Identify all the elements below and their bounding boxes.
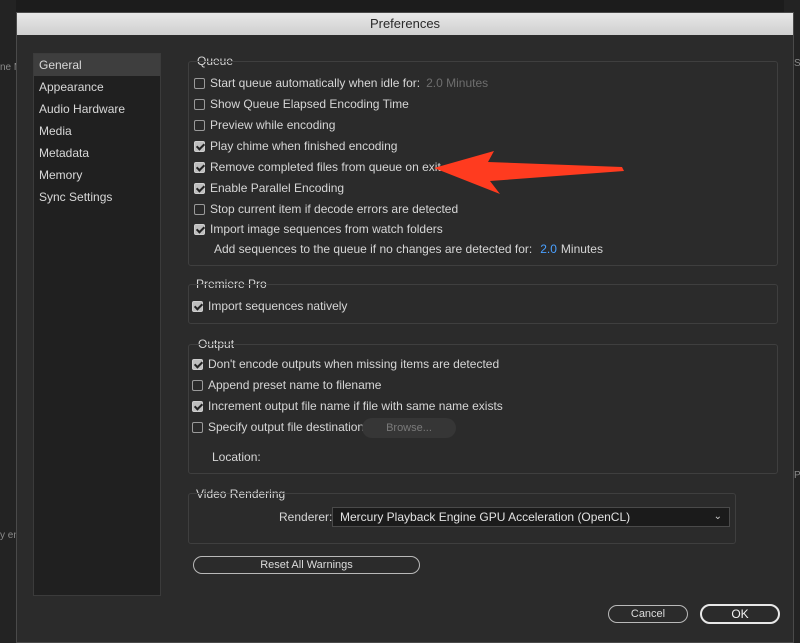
add-sequences-row: Add sequences to the queue if no changes…	[214, 240, 603, 258]
increment-row[interactable]: Increment output file name if file with …	[192, 397, 503, 415]
start-queue-row[interactable]: Start queue automatically when idle for:…	[194, 74, 488, 92]
browse-button[interactable]: Browse...	[362, 418, 456, 438]
background-text: S	[794, 58, 800, 69]
preferences-sidebar: General Appearance Audio Hardware Media …	[33, 53, 161, 596]
preview-label: Preview while encoding	[210, 118, 336, 132]
remove-completed-row[interactable]: Remove completed files from queue on exi…	[194, 158, 441, 176]
dont-encode-row[interactable]: Don't encode outputs when missing items …	[192, 355, 499, 373]
import-sequences-label: Import image sequences from watch folder…	[210, 222, 443, 236]
remove-completed-label: Remove completed files from queue on exi…	[210, 160, 441, 174]
parallel-encoding-row[interactable]: Enable Parallel Encoding	[194, 179, 344, 197]
add-sequences-value[interactable]: 2.0	[540, 242, 557, 256]
chime-row[interactable]: Play chime when finished encoding	[194, 137, 397, 155]
renderer-label: Renderer:	[279, 510, 333, 524]
annotation-arrow-shape	[434, 151, 624, 194]
renderer-select[interactable]: Mercury Playback Engine GPU Acceleration…	[332, 507, 730, 527]
specify-destination-checkbox[interactable]	[192, 421, 203, 433]
sidebar-item-media[interactable]: Media	[34, 120, 160, 142]
sidebar-item-memory[interactable]: Memory	[34, 164, 160, 186]
sidebar-item-audio-hardware[interactable]: Audio Hardware	[34, 98, 160, 120]
import-sequences-row[interactable]: Import image sequences from watch folder…	[194, 220, 443, 238]
location-label: Location:	[212, 450, 261, 464]
renderer-select-value: Mercury Playback Engine GPU Acceleration…	[340, 510, 631, 524]
show-elapsed-row[interactable]: Show Queue Elapsed Encoding Time	[194, 95, 409, 113]
parallel-encoding-checkbox[interactable]	[194, 182, 205, 194]
stop-current-row[interactable]: Stop current item if decode errors are d…	[194, 200, 458, 218]
sidebar-item-appearance[interactable]: Appearance	[34, 76, 160, 98]
background-app-left	[0, 0, 16, 643]
import-sequences-checkbox[interactable]	[194, 223, 205, 235]
increment-label: Increment output file name if file with …	[208, 399, 503, 413]
specify-destination-label: Specify output file destination:	[208, 420, 368, 434]
import-natively-row[interactable]: Import sequences natively	[192, 297, 347, 315]
ok-button[interactable]: OK	[700, 604, 780, 624]
append-preset-checkbox[interactable]	[192, 379, 203, 391]
increment-checkbox[interactable]	[192, 400, 203, 412]
preview-row[interactable]: Preview while encoding	[194, 116, 335, 134]
stop-current-label: Stop current item if decode errors are d…	[210, 202, 459, 216]
preferences-dialog: Preferences General Appearance Audio Har…	[16, 12, 794, 643]
stop-current-checkbox[interactable]	[194, 203, 205, 215]
specify-destination-row[interactable]: Specify output file destination:	[192, 418, 367, 436]
start-queue-label: Start queue automatically when idle for:	[210, 76, 421, 90]
add-sequences-unit: Minutes	[560, 242, 603, 256]
show-elapsed-checkbox[interactable]	[194, 98, 205, 110]
remove-completed-checkbox[interactable]	[194, 161, 205, 173]
sidebar-item-sync-settings[interactable]: Sync Settings	[34, 186, 160, 208]
start-queue-idle-value: 2.0 Minutes	[426, 76, 489, 90]
chevron-down-icon: ⌄	[713, 511, 722, 522]
append-preset-label: Append preset name to filename	[208, 378, 382, 392]
import-natively-label: Import sequences natively	[208, 299, 348, 313]
show-elapsed-label: Show Queue Elapsed Encoding Time	[210, 97, 409, 111]
start-queue-checkbox[interactable]	[194, 77, 205, 89]
dont-encode-checkbox[interactable]	[192, 358, 203, 370]
dont-encode-label: Don't encode outputs when missing items …	[208, 357, 500, 371]
import-natively-checkbox[interactable]	[192, 300, 203, 312]
sidebar-item-metadata[interactable]: Metadata	[34, 142, 160, 164]
sidebar-item-general[interactable]: General	[34, 54, 160, 76]
parallel-encoding-label: Enable Parallel Encoding	[210, 181, 345, 195]
chime-checkbox[interactable]	[194, 140, 205, 152]
annotation-arrow-icon	[434, 151, 624, 194]
background-text: P	[794, 470, 800, 481]
append-preset-row[interactable]: Append preset name to filename	[192, 376, 381, 394]
cancel-button[interactable]: Cancel	[608, 605, 688, 623]
add-sequences-label: Add sequences to the queue if no changes…	[214, 242, 533, 256]
chime-label: Play chime when finished encoding	[210, 139, 398, 153]
reset-warnings-button[interactable]: Reset All Warnings	[193, 556, 420, 574]
dialog-title: Preferences	[17, 13, 793, 35]
preview-checkbox[interactable]	[194, 119, 205, 131]
